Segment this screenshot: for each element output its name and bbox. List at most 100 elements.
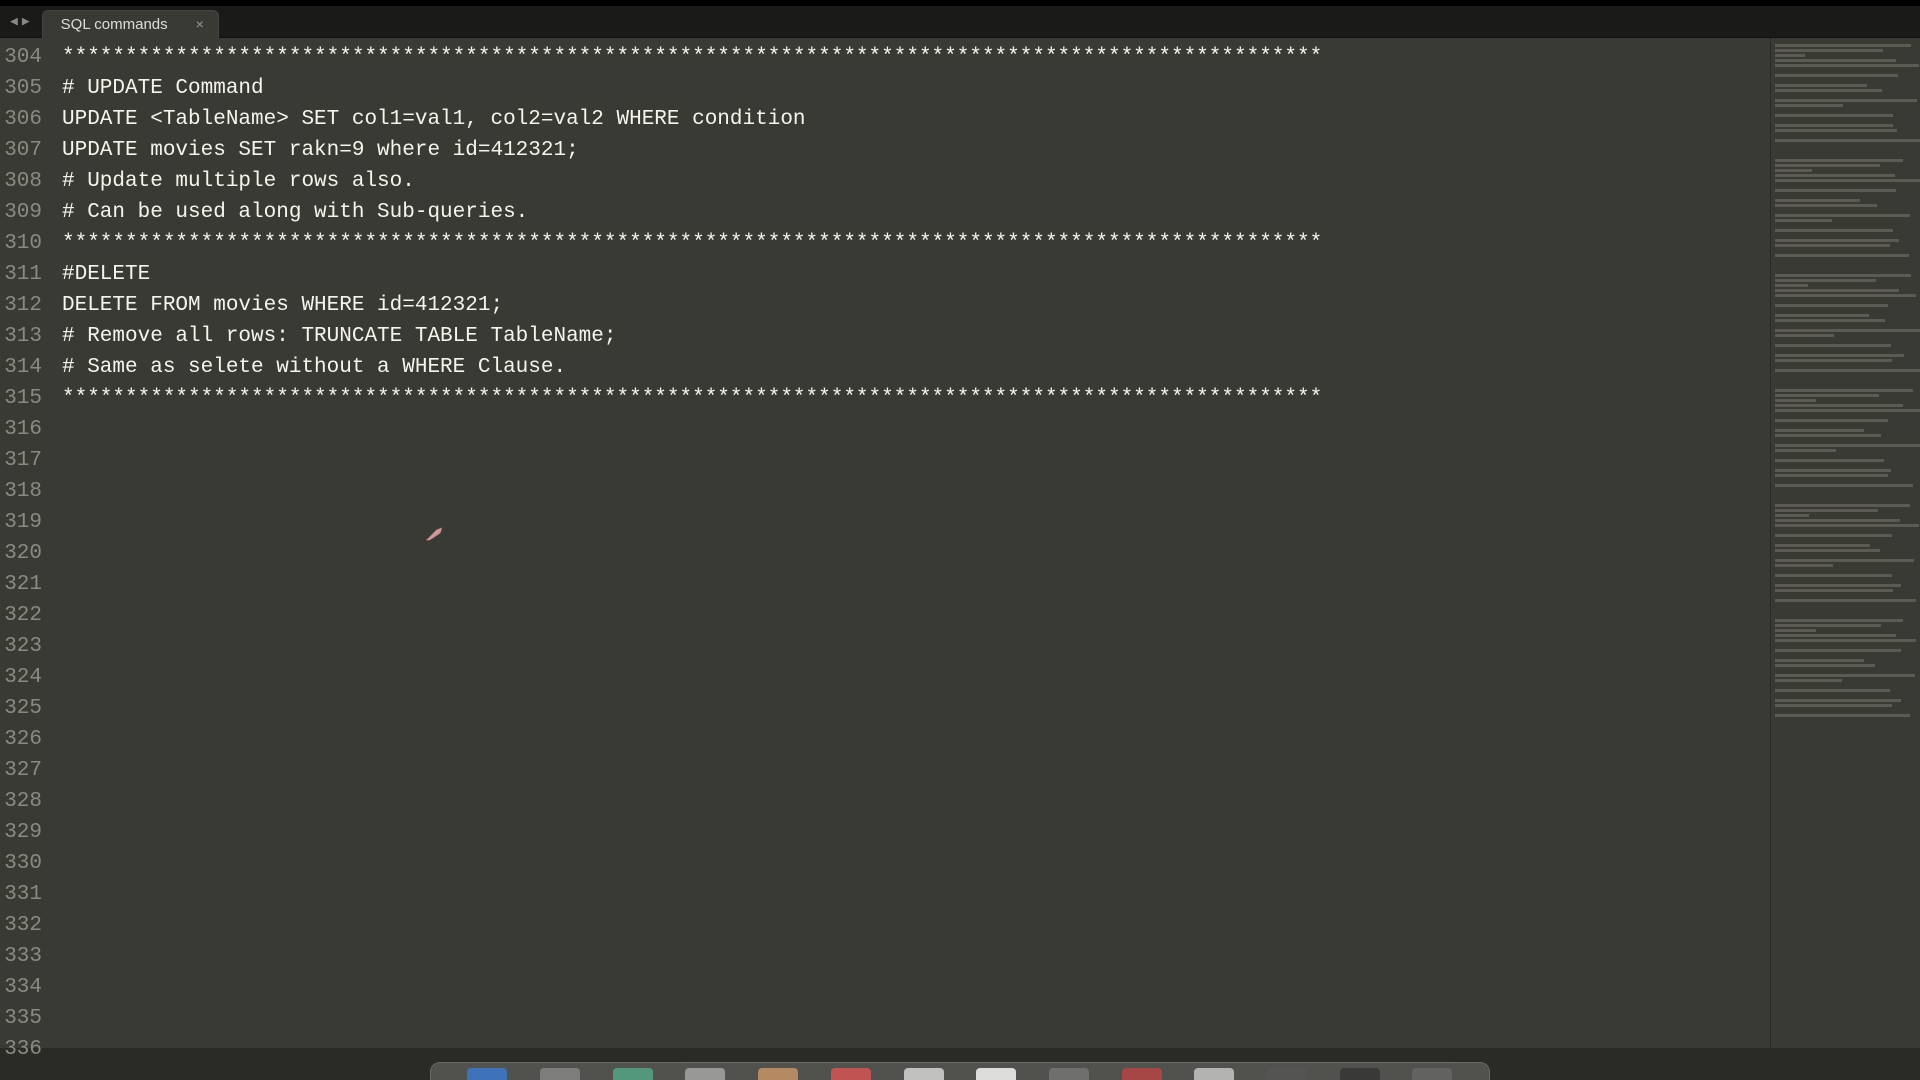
minimap-line <box>1775 419 1888 422</box>
code-line[interactable]: ****************************************… <box>52 383 1770 414</box>
minimap[interactable] <box>1770 38 1920 1048</box>
minimap-line <box>1775 469 1891 472</box>
dock-app-icon[interactable] <box>613 1068 653 1080</box>
minimap-line <box>1775 404 1903 407</box>
minimap-line <box>1775 89 1882 92</box>
minimap-line <box>1775 319 1885 322</box>
minimap-line <box>1775 344 1891 347</box>
code-line[interactable]: # Update multiple rows also. <box>52 166 1770 197</box>
minimap-line <box>1775 444 1920 447</box>
code-line[interactable]: ****************************************… <box>52 228 1770 259</box>
tab-label: SQL commands <box>61 16 168 33</box>
minimap-line <box>1775 449 1836 452</box>
minimap-line <box>1775 354 1904 357</box>
minimap-line <box>1775 124 1893 127</box>
code-line[interactable]: # UPDATE Command <box>52 73 1770 104</box>
minimap-line <box>1775 584 1901 587</box>
line-number: 324 <box>0 662 52 693</box>
line-number: 312 <box>0 290 52 321</box>
minimap-line <box>1775 689 1890 692</box>
minimap-line <box>1775 129 1897 132</box>
minimap-line <box>1775 519 1900 522</box>
dock-app-icon[interactable] <box>685 1068 725 1080</box>
minimap-line <box>1775 714 1910 717</box>
minimap-line <box>1775 64 1919 67</box>
minimap-line <box>1775 329 1920 332</box>
minimap-line <box>1775 564 1833 567</box>
dock-app-icon[interactable] <box>540 1068 580 1080</box>
minimap-line <box>1775 214 1910 217</box>
dock-app-icon[interactable] <box>976 1068 1016 1080</box>
dock-app-icon[interactable] <box>904 1068 944 1080</box>
cursor-annotation-icon <box>424 526 446 542</box>
dock-app-icon[interactable] <box>758 1068 798 1080</box>
code-line[interactable]: #DELETE <box>52 259 1770 290</box>
minimap-line <box>1775 574 1892 577</box>
dock-app-icon[interactable] <box>1412 1068 1452 1080</box>
line-number: 313 <box>0 321 52 352</box>
line-number: 305 <box>0 73 52 104</box>
line-number: 334 <box>0 972 52 1003</box>
dock-app-icon[interactable] <box>467 1068 507 1080</box>
line-number: 318 <box>0 476 52 507</box>
code-line[interactable]: UPDATE <TableName> SET col1=val1, col2=v… <box>52 104 1770 135</box>
close-icon[interactable]: × <box>196 16 204 32</box>
tab-bar: ◀ ▶ SQL commands × <box>0 6 1920 38</box>
minimap-line <box>1775 159 1903 162</box>
nav-back-icon[interactable]: ◀ <box>10 14 18 29</box>
minimap-line <box>1775 459 1884 462</box>
minimap-line <box>1775 619 1903 622</box>
minimap-line <box>1775 359 1892 362</box>
minimap-line <box>1775 239 1899 242</box>
dock-app-icon[interactable] <box>1049 1068 1089 1080</box>
minimap-line <box>1775 674 1915 677</box>
code-area[interactable]: ****************************************… <box>52 38 1770 1048</box>
code-line[interactable]: # Same as selete without a WHERE Clause. <box>52 352 1770 383</box>
dock-app-icon[interactable] <box>1194 1068 1234 1080</box>
line-number: 314 <box>0 352 52 383</box>
minimap-line <box>1775 54 1805 57</box>
minimap-line <box>1775 289 1899 292</box>
minimap-line <box>1775 49 1883 52</box>
minimap-line <box>1775 474 1888 477</box>
code-line[interactable]: DELETE FROM movies WHERE id=412321; <box>52 290 1770 321</box>
minimap-line <box>1775 74 1898 77</box>
minimap-line <box>1775 84 1867 87</box>
dock-app-icon[interactable] <box>1340 1068 1380 1080</box>
line-number: 326 <box>0 724 52 755</box>
file-tab[interactable]: SQL commands × <box>42 10 219 38</box>
dock-app-icon[interactable] <box>831 1068 871 1080</box>
line-number: 311 <box>0 259 52 290</box>
dock-app-icon[interactable] <box>1122 1068 1162 1080</box>
minimap-line <box>1775 649 1901 652</box>
minimap-line <box>1775 659 1864 662</box>
minimap-line <box>1775 274 1911 277</box>
minimap-line <box>1775 169 1812 172</box>
line-number: 325 <box>0 693 52 724</box>
minimap-line <box>1775 179 1920 182</box>
line-number: 315 <box>0 383 52 414</box>
editor: 3043053063073083093103113123133143153163… <box>0 38 1920 1048</box>
dock[interactable] <box>430 1062 1490 1080</box>
code-line[interactable]: # Can be used along with Sub-queries. <box>52 197 1770 228</box>
minimap-line <box>1775 284 1808 287</box>
minimap-line <box>1775 699 1901 702</box>
line-number: 336 <box>0 1034 52 1065</box>
minimap-line <box>1775 504 1910 507</box>
line-number: 332 <box>0 910 52 941</box>
code-line[interactable]: UPDATE movies SET rakn=9 where id=412321… <box>52 135 1770 166</box>
minimap-line <box>1775 639 1916 642</box>
minimap-line <box>1775 679 1842 682</box>
minimap-line <box>1775 634 1896 637</box>
minimap-line <box>1775 44 1911 47</box>
code-line[interactable]: # Remove all rows: TRUNCATE TABLE TableN… <box>52 321 1770 352</box>
line-number: 323 <box>0 631 52 662</box>
minimap-line <box>1775 334 1834 337</box>
nav-forward-icon[interactable]: ▶ <box>22 14 30 29</box>
code-line[interactable]: ****************************************… <box>52 42 1770 73</box>
dock-app-icon[interactable] <box>1267 1068 1307 1080</box>
minimap-line <box>1775 369 1920 372</box>
minimap-line <box>1775 294 1916 297</box>
line-number-gutter: 3043053063073083093103113123133143153163… <box>0 38 52 1048</box>
minimap-line <box>1775 434 1881 437</box>
